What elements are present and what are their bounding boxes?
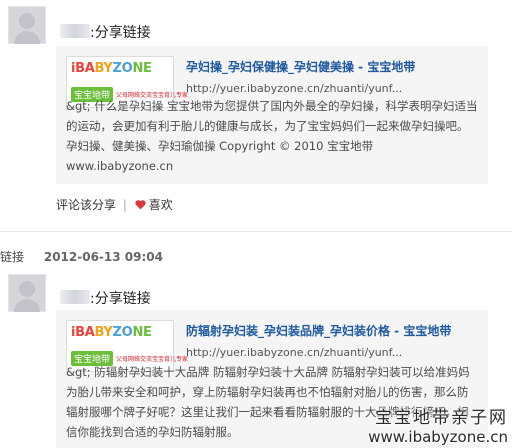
comment-link[interactable]: 评论	[56, 198, 80, 212]
avatar[interactable]	[8, 6, 46, 44]
link-url[interactable]: http://yuer.ibabyzone.cn/zhuanti/yunf...	[186, 346, 402, 359]
avatar[interactable]	[8, 274, 46, 312]
logo-wordmark: iBABYZONE	[71, 61, 152, 76]
post-actions: 评论该分享 | 喜欢	[56, 196, 173, 213]
heart-icon[interactable]	[134, 198, 147, 211]
link-preview-card[interactable]: iBABYZONE 宝宝地带 父母网络交流宝宝育儿专家 孕妇操_孕妇保健操_孕妇健…	[56, 46, 488, 184]
user-name-blurred[interactable]	[60, 24, 90, 38]
site-watermark: 宝宝地带亲子网 www.ibabyzone.cn	[368, 408, 508, 446]
link-url[interactable]: http://yuer.ibabyzone.cn/zhuanti/yunf...	[186, 82, 402, 95]
link-title[interactable]: 防辐射孕妇装_孕妇装品牌_孕妇装价格 - 宝宝地带	[186, 322, 451, 339]
user-name-blurred[interactable]	[60, 290, 90, 304]
share-link-text: :分享链接	[90, 291, 151, 307]
like-link[interactable]: 喜欢	[149, 198, 173, 212]
logo-wordmark: iBABYZONE	[71, 325, 152, 340]
post-timestamp: 2012-06-13 09:04	[43, 250, 163, 264]
link-description: &gt; 什么是孕妇操 宝宝地带为您提供了国内外最全的孕妇操，科学表明孕妇适当的…	[66, 99, 478, 173]
feed-item-1: :分享链接 iBABYZONE 宝宝地带 父母网络交流宝宝育儿专家 孕妇操_孕妇保…	[0, 0, 512, 230]
post-header: 链接 2012-06-13 09:04	[0, 248, 163, 265]
action-separator: |	[122, 198, 127, 212]
share-link-text: :分享链接	[90, 25, 151, 41]
feed-divider	[0, 231, 512, 232]
share-this-link[interactable]: 该分享	[80, 198, 116, 212]
link-title[interactable]: 孕妇操_孕妇保健操_孕妇健美操 - 宝宝地带	[186, 58, 415, 75]
post-type-label: 链接	[0, 250, 25, 264]
